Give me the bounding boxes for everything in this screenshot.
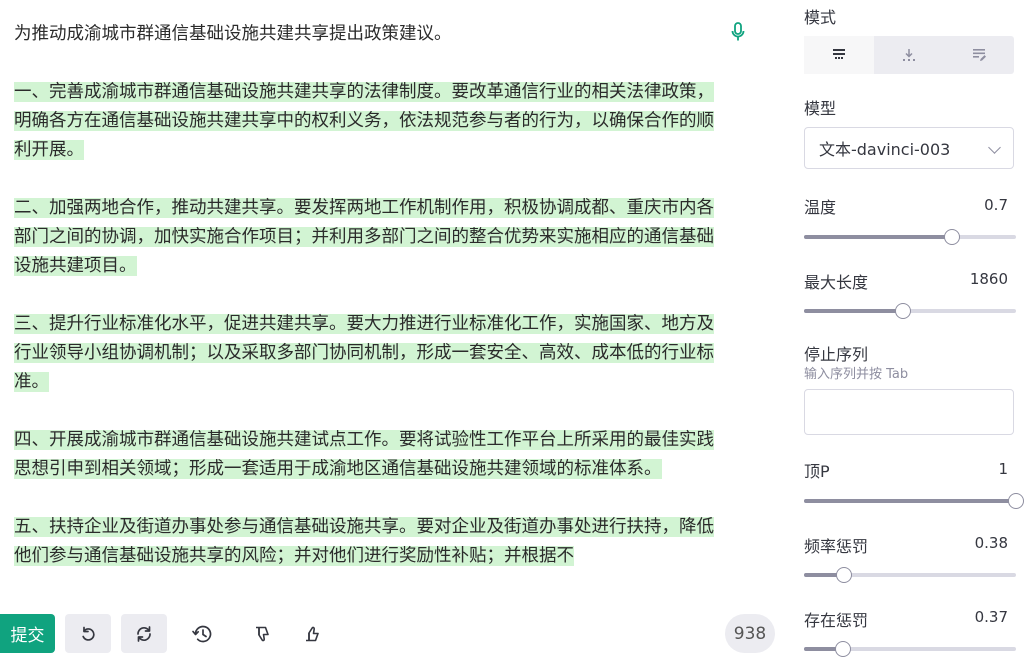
microphone-icon[interactable] (730, 22, 746, 42)
completion-paragraph-1: 一、完善成渝城市群通信基础设施共建共享的法律制度。要改革通信行业的相关法律政策，… (14, 82, 714, 160)
history-icon (192, 625, 212, 642)
token-count-badge: 938 (725, 614, 775, 653)
max-length-label: 最大长度 (804, 273, 869, 292)
frequency-penalty-slider[interactable] (804, 567, 1016, 583)
regenerate-button[interactable] (121, 614, 167, 653)
complete-mode-icon (833, 49, 845, 59)
temperature-slider[interactable] (804, 229, 1016, 245)
model-select[interactable]: 文本-davinci-003 (804, 127, 1014, 169)
model-select-value: 文本-davinci-003 (819, 140, 951, 159)
prompt-text: 为推动成渝城市群通信基础设施共建共享提出政策建议。 (14, 24, 452, 44)
history-button[interactable] (182, 614, 222, 653)
mode-selector (804, 36, 1014, 74)
chevron-down-icon (988, 141, 1001, 154)
max-length-value[interactable]: 1860 (970, 270, 1008, 288)
regenerate-icon (137, 625, 151, 642)
completion-paragraph-4: 四、开展成渝城市群通信基础设施共建试点工作。要将试验性工作平台上所采用的最佳实践… (14, 430, 714, 479)
mode-label: 模式 (804, 8, 837, 27)
undo-icon (82, 626, 95, 641)
top-p-label: 顶P (804, 462, 830, 481)
max-length-slider-thumb[interactable] (894, 303, 911, 319)
completion-paragraph-5: 五、扶持企业及街道办事处参与通信基础设施共享。要对企业及街道办事处进行扶持，降低… (14, 517, 714, 566)
editor-text[interactable]: 为推动成渝城市群通信基础设施共建共享提出政策建议。 一、完善成渝城市群通信基础设… (14, 20, 714, 600)
presence-penalty-value[interactable]: 0.37 (975, 608, 1008, 626)
prompt-editor[interactable]: 为推动成渝城市群通信基础设施共建共享提出政策建议。 一、完善成渝城市群通信基础设… (0, 0, 752, 600)
model-label: 模型 (804, 99, 837, 118)
max-length-slider[interactable] (804, 303, 1016, 319)
frequency-penalty-value[interactable]: 0.38 (975, 534, 1008, 552)
temperature-value[interactable]: 0.7 (984, 196, 1008, 214)
settings-panel: 模式 模型 文本-davinci-003 温度 0.7 最大长度 1860 停止… (790, 0, 1024, 669)
top-p-value[interactable]: 1 (998, 460, 1008, 478)
mode-tab-insert[interactable] (874, 36, 944, 74)
thumbs-down-icon (256, 626, 269, 641)
mode-tab-edit[interactable] (944, 36, 1014, 74)
stop-sequence-input[interactable] (804, 389, 1014, 435)
frequency-penalty-slider-thumb[interactable] (836, 567, 853, 583)
presence-penalty-slider-thumb[interactable] (835, 641, 852, 657)
top-p-slider[interactable] (804, 493, 1024, 509)
undo-button[interactable] (65, 614, 111, 653)
completion-paragraph-3: 三、提升行业标准化水平，促进共建共享。要大力推进行业标准化工作，实施国家、地方及… (14, 314, 714, 392)
presence-penalty-slider[interactable] (804, 641, 1016, 657)
temperature-label: 温度 (804, 198, 837, 217)
mode-tab-complete[interactable] (804, 36, 874, 74)
frequency-penalty-label: 频率惩罚 (804, 537, 869, 556)
top-p-slider-thumb[interactable] (1008, 493, 1024, 509)
submit-button[interactable]: 提交 (0, 614, 55, 653)
completion-paragraph-2: 二、加强两地合作，推动共建共享。要发挥两地工作机制作用，积极协调成都、重庆市内各… (14, 198, 714, 276)
stop-sequence-hint: 输入序列并按 Tab (804, 367, 909, 382)
presence-penalty-label: 存在惩罚 (804, 611, 869, 630)
thumbs-up-button[interactable] (292, 614, 332, 653)
insert-mode-icon (903, 49, 915, 61)
edit-mode-icon (973, 49, 986, 61)
stop-sequence-label: 停止序列 (804, 345, 869, 364)
thumbs-down-button[interactable] (242, 614, 282, 653)
temperature-slider-thumb[interactable] (944, 229, 961, 245)
thumbs-up-icon (306, 626, 319, 641)
